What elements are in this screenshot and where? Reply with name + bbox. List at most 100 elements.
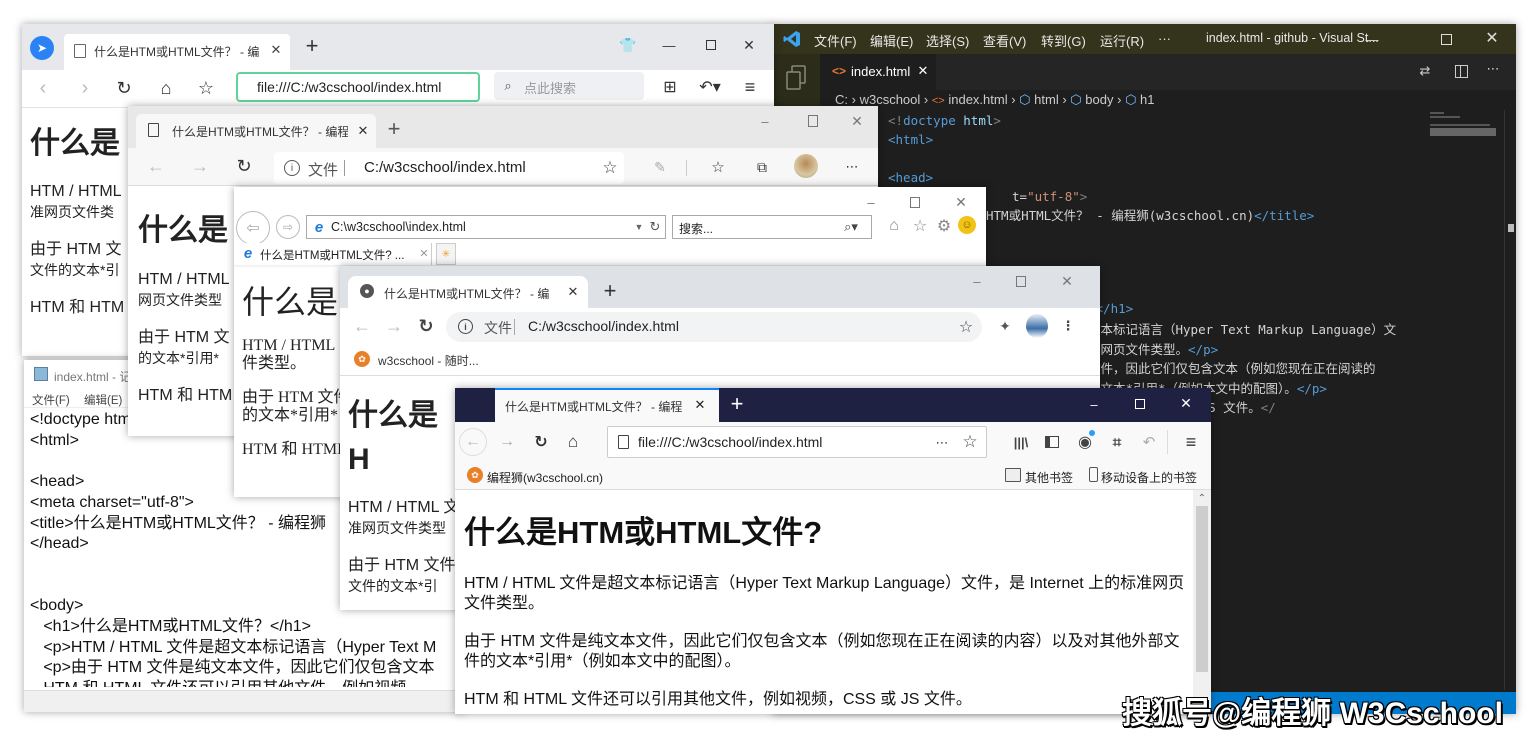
address-bar[interactable]: file:///C:/w3cschool/index.html: [236, 72, 480, 102]
close-icon[interactable]: ✕: [1177, 394, 1195, 412]
new-tab-icon[interactable]: +: [600, 278, 620, 303]
back-icon[interactable]: ←: [146, 154, 166, 178]
minimize-icon[interactable]: –: [756, 112, 774, 130]
source-control-icon[interactable]: ⇄: [1416, 62, 1434, 80]
bookmark-star-icon[interactable]: ☆: [956, 317, 976, 337]
reload-icon[interactable]: ↻: [416, 314, 436, 338]
avatar[interactable]: [1026, 314, 1048, 338]
home-icon[interactable]: ⌂: [884, 215, 904, 237]
menu-file[interactable]: 文件(F): [814, 31, 857, 50]
read-aloud-icon[interactable]: ✎: [650, 156, 670, 178]
home-icon[interactable]: ⌂: [156, 76, 176, 100]
new-tab-icon[interactable]: ✳: [436, 243, 456, 265]
tab-active[interactable]: 什么是HTM或HTML文件？ - 编程 ✕: [136, 114, 376, 148]
back-icon[interactable]: ⇦: [236, 211, 270, 245]
minimize-icon[interactable]: –: [1085, 395, 1103, 413]
search-icon[interactable]: ⌕▾: [837, 218, 865, 236]
menu-selection[interactable]: 选择(S): [926, 31, 969, 50]
close-tab-icon[interactable]: ✕: [418, 246, 430, 260]
close-tab-icon[interactable]: ✕: [916, 63, 930, 79]
bookmark-link[interactable]: w3cschool - 随时...: [378, 352, 479, 369]
scrollbar[interactable]: [1504, 110, 1516, 690]
minimize-icon[interactable]: –: [968, 272, 986, 290]
new-tab-icon[interactable]: +: [302, 33, 322, 58]
sidebar-icon[interactable]: [1043, 432, 1061, 452]
maximize-icon[interactable]: [804, 112, 822, 130]
close-tab-icon[interactable]: ✕: [356, 123, 370, 139]
tab-index-html[interactable]: <> index.html ✕: [820, 54, 936, 90]
info-icon[interactable]: i: [458, 319, 473, 334]
menu-more[interactable]: ···: [1158, 31, 1171, 46]
other-bookmarks[interactable]: 其他书签: [1025, 469, 1073, 486]
new-tab-icon[interactable]: +: [727, 391, 747, 416]
menu-file[interactable]: 文件(F): [32, 392, 70, 408]
maximize-icon[interactable]: [906, 193, 924, 211]
dropdown-icon[interactable]: ▼: [633, 219, 645, 235]
close-icon[interactable]: ✕: [740, 36, 758, 54]
skin-icon[interactable]: 👕: [619, 36, 637, 54]
reload-icon[interactable]: ↻: [114, 76, 134, 100]
close-tab-icon[interactable]: ✕: [693, 397, 707, 413]
menu-edit[interactable]: 编辑(E): [84, 392, 122, 408]
undo-close-icon[interactable]: ↶▾: [696, 76, 724, 98]
home-icon[interactable]: ⌂: [563, 430, 583, 454]
maximize-icon[interactable]: [1012, 272, 1030, 290]
more-icon[interactable]: ⋯: [842, 156, 862, 178]
tab-active[interactable]: ● 什么是HTM或HTML文件？ - 编 ✕: [348, 276, 588, 308]
scroll-up-icon[interactable]: ⌃: [1196, 492, 1208, 504]
info-icon[interactable]: i: [284, 160, 300, 176]
reload-icon[interactable]: ↻: [234, 154, 254, 178]
breadcrumb-h1[interactable]: h1: [1140, 92, 1154, 107]
more-icon[interactable]: ⋮: [1060, 316, 1076, 336]
bookmark-star-icon[interactable]: ☆: [960, 432, 980, 452]
maximize-icon[interactable]: [1436, 30, 1456, 48]
back-icon[interactable]: ←: [459, 428, 487, 456]
search-box[interactable]: 搜索... ⌕▾: [672, 215, 872, 239]
bookmark-link[interactable]: 编程狮(w3cschool.cn): [487, 469, 603, 486]
library-icon[interactable]: |||\: [1011, 430, 1031, 454]
address-bar[interactable]: file:///C:/w3cschool/index.html ⋯ ☆: [607, 426, 987, 458]
close-icon[interactable]: ✕: [848, 112, 866, 130]
reload-icon[interactable]: ↻: [531, 430, 551, 454]
minimize-icon[interactable]: –: [862, 193, 880, 211]
breadcrumb-drive[interactable]: C:: [835, 92, 848, 107]
breadcrumb-folder[interactable]: w3cschool: [860, 92, 921, 107]
page-actions-icon[interactable]: ⋯: [932, 433, 952, 453]
feedback-smiley-icon[interactable]: ☺: [958, 216, 976, 234]
menu-go[interactable]: 转到(G): [1041, 31, 1086, 50]
forward-icon[interactable]: ⇨: [276, 215, 300, 239]
tab-active[interactable]: 什么是HTM或HTML文件？ - 编程 ✕: [495, 388, 719, 422]
new-tab-icon[interactable]: +: [384, 116, 404, 141]
minimap[interactable]: [1430, 110, 1500, 160]
favorites-icon[interactable]: ☆: [708, 156, 728, 178]
back-icon[interactable]: ←: [352, 314, 372, 338]
address-bar[interactable]: i 文件 C:/w3cschool/index.html ☆: [446, 312, 982, 342]
menu-icon[interactable]: ≡: [1181, 430, 1201, 454]
address-bar[interactable]: i 文件 C:/w3cschool/index.html ☆: [274, 152, 624, 184]
menu-run[interactable]: 运行(R): [1100, 31, 1144, 50]
breadcrumb-body[interactable]: body: [1085, 92, 1113, 107]
forward-icon[interactable]: ›: [76, 76, 94, 100]
tab-active[interactable]: 什么是HTM或HTML文件？ - 编 ✕: [64, 34, 290, 70]
close-tab-icon[interactable]: ✕: [269, 42, 283, 58]
search-box[interactable]: ⌕ 点此搜索: [494, 72, 644, 100]
maximize-icon[interactable]: [1131, 395, 1149, 413]
explorer-icon[interactable]: [784, 64, 808, 92]
close-icon[interactable]: ✕: [1482, 29, 1502, 47]
undo-icon[interactable]: ↶: [1139, 430, 1159, 454]
menu-edit[interactable]: 编辑(E): [870, 31, 913, 50]
forward-icon[interactable]: →: [384, 314, 404, 338]
back-icon[interactable]: ‹: [34, 76, 52, 100]
add-favorite-icon[interactable]: ☆: [600, 158, 620, 178]
forward-icon[interactable]: →: [497, 430, 517, 454]
split-editor-icon[interactable]: [1452, 62, 1470, 80]
refresh-icon[interactable]: ↻: [647, 218, 663, 236]
forward-icon[interactable]: →: [190, 154, 210, 178]
favorites-star-icon[interactable]: ☆: [910, 215, 930, 237]
collections-icon[interactable]: ⧉: [752, 156, 772, 178]
close-tab-icon[interactable]: ✕: [566, 284, 580, 300]
mobile-bookmarks[interactable]: 移动设备上的书签: [1101, 469, 1197, 486]
breadcrumb-file[interactable]: index.html: [948, 92, 1007, 107]
favorite-star-icon[interactable]: ☆: [196, 76, 216, 100]
more-actions-icon[interactable]: ⋯: [1484, 60, 1502, 78]
